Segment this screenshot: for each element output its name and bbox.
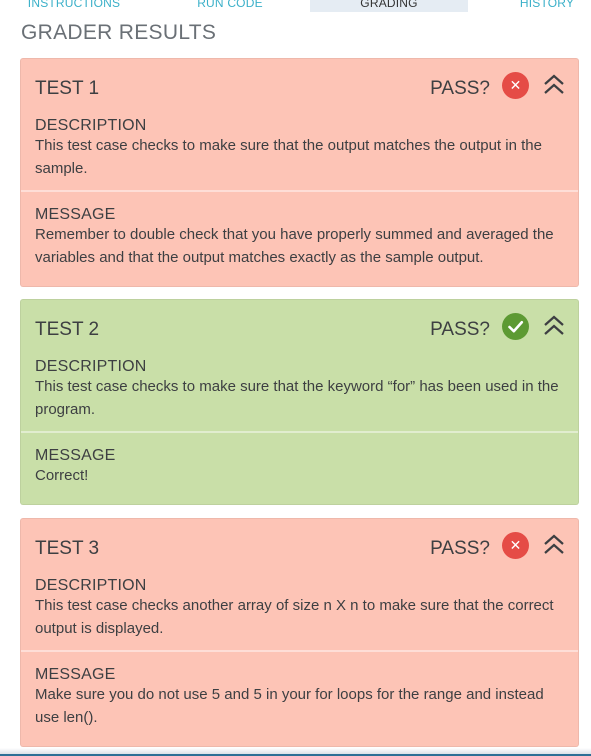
message-section: MESSAGE Remember to double check that yo… xyxy=(21,190,578,269)
description-section: DESCRIPTION This test case checks to mak… xyxy=(21,115,578,190)
test-name: TEST 1 xyxy=(35,78,100,99)
description-section: DESCRIPTION This test case checks anothe… xyxy=(21,575,578,650)
test-card-header: TEST 3 PASS? ✕ xyxy=(21,519,578,575)
collapse-chevron-icon[interactable] xyxy=(542,533,566,557)
x-circle-icon: ✕ xyxy=(502,532,529,559)
tab-history[interactable]: HISTORY xyxy=(495,0,591,12)
test-name: TEST 2 xyxy=(35,319,100,340)
check-circle-icon xyxy=(502,313,529,340)
message-text: Remember to double check that you have p… xyxy=(35,226,554,266)
test-card-header: TEST 1 PASS? ✕ xyxy=(21,59,578,115)
description-text: This test case checks another array of s… xyxy=(35,597,554,637)
test-card-3: TEST 3 PASS? ✕ DESCRIPTION This test cas… xyxy=(20,518,579,747)
description-section: DESCRIPTION This test case checks to mak… xyxy=(21,356,578,431)
tab-bar: INSTRUCTIONS RUN CODE GRADING HISTORY xyxy=(0,0,591,12)
message-label: MESSAGE xyxy=(35,447,116,464)
message-text: Correct! xyxy=(35,467,89,484)
description-label: DESCRIPTION xyxy=(35,358,147,375)
message-section: MESSAGE Make sure you do not use 5 and 5… xyxy=(21,650,578,729)
message-label: MESSAGE xyxy=(35,206,116,223)
tab-instructions[interactable]: INSTRUCTIONS xyxy=(10,0,138,12)
collapse-chevron-icon[interactable] xyxy=(542,73,566,97)
section-title: GRADER RESULTS xyxy=(21,21,217,44)
grader-panel: GRADER RESULTS TEST 1 PASS? ✕ DESCRIPTIO… xyxy=(0,12,591,756)
collapse-chevron-icon[interactable] xyxy=(542,314,566,338)
pass-label: PASS? xyxy=(430,319,490,340)
pass-label: PASS? xyxy=(430,78,490,99)
tab-run-code[interactable]: RUN CODE xyxy=(160,0,300,12)
description-text: This test case checks to make sure that … xyxy=(35,378,559,418)
message-section: MESSAGE Correct! xyxy=(21,431,578,488)
x-circle-icon: ✕ xyxy=(502,72,529,99)
description-text: This test case checks to make sure that … xyxy=(35,137,542,177)
pass-label: PASS? xyxy=(430,538,490,559)
test-card-2: TEST 2 PASS? DESCRIPTION This test case … xyxy=(20,299,579,505)
message-text: Make sure you do not use 5 and 5 in your… xyxy=(35,686,544,726)
tab-grading[interactable]: GRADING xyxy=(310,0,468,12)
test-name: TEST 3 xyxy=(35,538,100,559)
message-label: MESSAGE xyxy=(35,666,116,683)
description-label: DESCRIPTION xyxy=(35,117,147,134)
test-card-header: TEST 2 PASS? xyxy=(21,300,578,356)
bottom-border xyxy=(0,748,591,756)
description-label: DESCRIPTION xyxy=(35,577,147,594)
test-card-1: TEST 1 PASS? ✕ DESCRIPTION This test cas… xyxy=(20,58,579,287)
